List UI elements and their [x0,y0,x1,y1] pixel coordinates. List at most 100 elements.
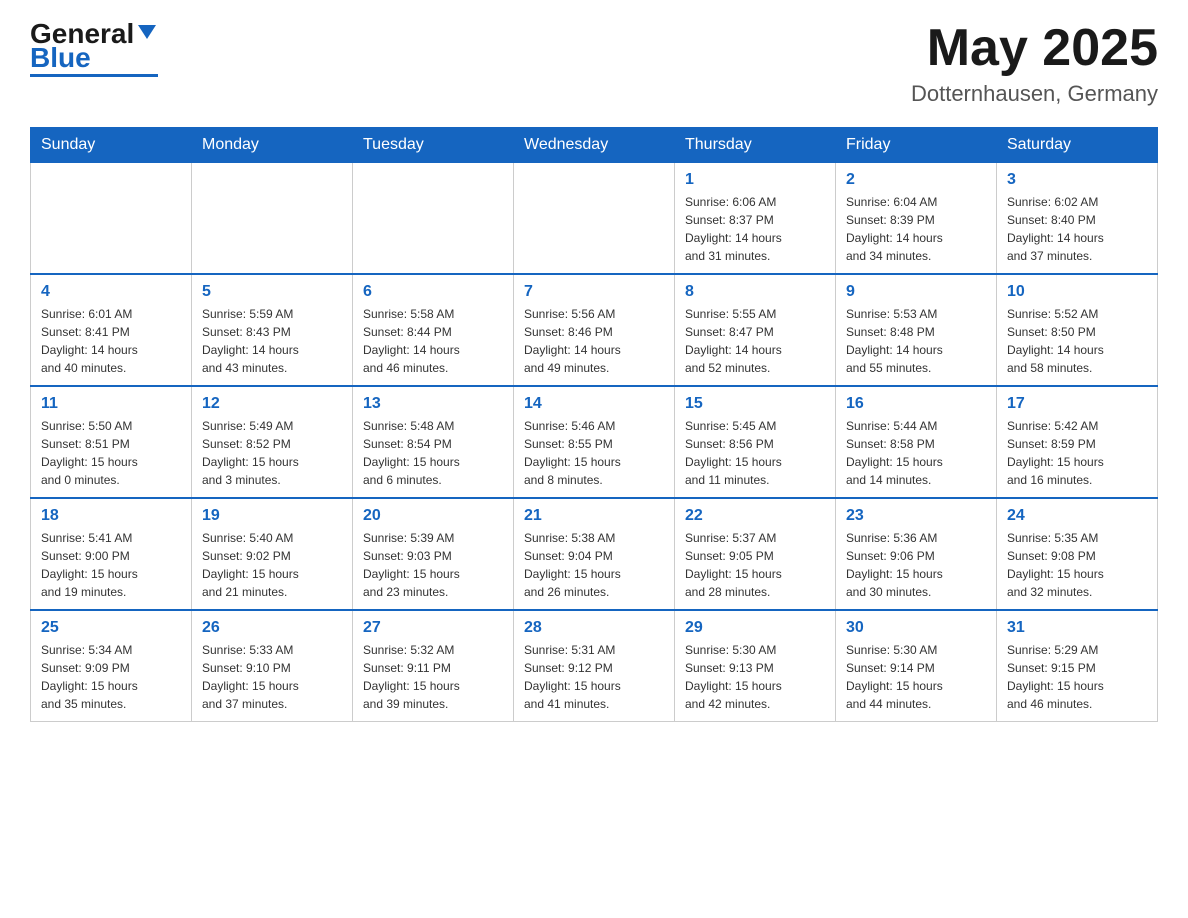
day-number: 17 [1007,395,1147,413]
day-info: Sunrise: 5:59 AMSunset: 8:43 PMDaylight:… [202,305,342,377]
weekday-header-friday: Friday [836,128,997,163]
weekday-header-saturday: Saturday [997,128,1158,163]
day-number: 11 [41,395,181,413]
day-number: 19 [202,507,342,525]
weekday-header-thursday: Thursday [675,128,836,163]
calendar-cell: 28 Sunrise: 5:31 AMSunset: 9:12 PMDayligh… [514,610,675,722]
month-year-title: May 2025 [911,20,1158,77]
weekday-header-wednesday: Wednesday [514,128,675,163]
day-info: Sunrise: 5:40 AMSunset: 9:02 PMDaylight:… [202,529,342,601]
day-number: 8 [685,283,825,301]
day-number: 31 [1007,619,1147,637]
calendar-cell: 27Sunrise: 5:32 AMSunset: 9:11 PMDayligh… [353,610,514,722]
calendar-cell: 22 Sunrise: 5:37 AMSunset: 9:05 PMDayligh… [675,498,836,610]
day-info: Sunrise: 6:01 AMSunset: 8:41 PMDaylight:… [41,305,181,377]
calendar-cell: 15 Sunrise: 5:45 AMSunset: 8:56 PMDayligh… [675,386,836,498]
calendar-cell [514,163,675,275]
day-number: 9 [846,283,986,301]
day-info: Sunrise: 6:04 AMSunset: 8:39 PMDaylight:… [846,193,986,265]
calendar-week-row: 25 Sunrise: 5:34 AMSunset: 9:09 PMDayligh… [31,610,1158,722]
calendar-cell: 11Sunrise: 5:50 AMSunset: 8:51 PMDayligh… [31,386,192,498]
day-number: 25 [41,619,181,637]
day-info: Sunrise: 5:29 AMSunset: 9:15 PMDaylight:… [1007,641,1147,713]
day-number: 29 [685,619,825,637]
calendar-cell: 31 Sunrise: 5:29 AMSunset: 9:15 PMDayligh… [997,610,1158,722]
day-info: Sunrise: 5:56 AMSunset: 8:46 PMDaylight:… [524,305,664,377]
day-info: Sunrise: 5:49 AMSunset: 8:52 PMDaylight:… [202,417,342,489]
day-info: Sunrise: 5:30 AMSunset: 9:14 PMDaylight:… [846,641,986,713]
day-number: 12 [202,395,342,413]
day-info: Sunrise: 5:58 AMSunset: 8:44 PMDaylight:… [363,305,503,377]
day-number: 5 [202,283,342,301]
title-section: May 2025 Dotternhausen, Germany [911,20,1158,107]
day-info: Sunrise: 5:36 AMSunset: 9:06 PMDaylight:… [846,529,986,601]
day-info: Sunrise: 5:31 AMSunset: 9:12 PMDaylight:… [524,641,664,713]
day-info: Sunrise: 5:55 AMSunset: 8:47 PMDaylight:… [685,305,825,377]
day-number: 22 [685,507,825,525]
logo-arrow-icon [136,21,158,43]
day-number: 10 [1007,283,1147,301]
day-number: 7 [524,283,664,301]
day-info: Sunrise: 5:44 AMSunset: 8:58 PMDaylight:… [846,417,986,489]
day-number: 2 [846,171,986,189]
day-info: Sunrise: 5:45 AMSunset: 8:56 PMDaylight:… [685,417,825,489]
weekday-header-monday: Monday [192,128,353,163]
day-number: 28 [524,619,664,637]
calendar-cell: 1Sunrise: 6:06 AMSunset: 8:37 PMDaylight… [675,163,836,275]
calendar-cell: 14 Sunrise: 5:46 AMSunset: 8:55 PMDayligh… [514,386,675,498]
logo-blue-text: Blue [30,44,91,72]
day-info: Sunrise: 5:52 AMSunset: 8:50 PMDaylight:… [1007,305,1147,377]
day-info: Sunrise: 5:33 AMSunset: 9:10 PMDaylight:… [202,641,342,713]
day-info: Sunrise: 5:42 AMSunset: 8:59 PMDaylight:… [1007,417,1147,489]
calendar-cell: 19 Sunrise: 5:40 AMSunset: 9:02 PMDayligh… [192,498,353,610]
day-number: 18 [41,507,181,525]
calendar-cell: 21 Sunrise: 5:38 AMSunset: 9:04 PMDayligh… [514,498,675,610]
day-number: 21 [524,507,664,525]
calendar-week-row: 11Sunrise: 5:50 AMSunset: 8:51 PMDayligh… [31,386,1158,498]
day-info: Sunrise: 6:02 AMSunset: 8:40 PMDaylight:… [1007,193,1147,265]
day-number: 1 [685,171,825,189]
day-number: 30 [846,619,986,637]
calendar-cell: 4Sunrise: 6:01 AMSunset: 8:41 PMDaylight… [31,274,192,386]
calendar-cell: 16 Sunrise: 5:44 AMSunset: 8:58 PMDayligh… [836,386,997,498]
calendar-cell: 25 Sunrise: 5:34 AMSunset: 9:09 PMDayligh… [31,610,192,722]
calendar-week-row: 1Sunrise: 6:06 AMSunset: 8:37 PMDaylight… [31,163,1158,275]
calendar-cell [353,163,514,275]
location-subtitle: Dotternhausen, Germany [911,81,1158,107]
calendar-cell: 13Sunrise: 5:48 AMSunset: 8:54 PMDayligh… [353,386,514,498]
day-info: Sunrise: 5:38 AMSunset: 9:04 PMDaylight:… [524,529,664,601]
calendar-cell [192,163,353,275]
day-info: Sunrise: 5:34 AMSunset: 9:09 PMDaylight:… [41,641,181,713]
day-info: Sunrise: 5:46 AMSunset: 8:55 PMDaylight:… [524,417,664,489]
calendar-cell: 10 Sunrise: 5:52 AMSunset: 8:50 PMDayligh… [997,274,1158,386]
day-number: 14 [524,395,664,413]
calendar-cell: 20Sunrise: 5:39 AMSunset: 9:03 PMDayligh… [353,498,514,610]
calendar-cell: 5 Sunrise: 5:59 AMSunset: 8:43 PMDaylight… [192,274,353,386]
day-number: 13 [363,395,503,413]
calendar-cell: 3 Sunrise: 6:02 AMSunset: 8:40 PMDaylight… [997,163,1158,275]
calendar-week-row: 4Sunrise: 6:01 AMSunset: 8:41 PMDaylight… [31,274,1158,386]
day-number: 3 [1007,171,1147,189]
day-info: Sunrise: 5:30 AMSunset: 9:13 PMDaylight:… [685,641,825,713]
day-info: Sunrise: 5:41 AMSunset: 9:00 PMDaylight:… [41,529,181,601]
day-info: Sunrise: 5:39 AMSunset: 9:03 PMDaylight:… [363,529,503,601]
day-number: 26 [202,619,342,637]
calendar-cell: 6Sunrise: 5:58 AMSunset: 8:44 PMDaylight… [353,274,514,386]
day-info: Sunrise: 5:35 AMSunset: 9:08 PMDaylight:… [1007,529,1147,601]
day-number: 15 [685,395,825,413]
calendar-cell: 18 Sunrise: 5:41 AMSunset: 9:00 PMDayligh… [31,498,192,610]
calendar-cell: 17 Sunrise: 5:42 AMSunset: 8:59 PMDayligh… [997,386,1158,498]
calendar-table: SundayMondayTuesdayWednesdayThursdayFrid… [30,127,1158,722]
calendar-cell: 12 Sunrise: 5:49 AMSunset: 8:52 PMDayligh… [192,386,353,498]
calendar-cell: 2 Sunrise: 6:04 AMSunset: 8:39 PMDaylight… [836,163,997,275]
calendar-cell [31,163,192,275]
day-number: 23 [846,507,986,525]
day-info: Sunrise: 5:37 AMSunset: 9:05 PMDaylight:… [685,529,825,601]
day-number: 16 [846,395,986,413]
day-number: 27 [363,619,503,637]
calendar-cell: 7 Sunrise: 5:56 AMSunset: 8:46 PMDaylight… [514,274,675,386]
calendar-cell: 8 Sunrise: 5:55 AMSunset: 8:47 PMDaylight… [675,274,836,386]
logo-underline [30,74,158,77]
page-header: General Blue May 2025 Dotternhausen, Ger… [30,20,1158,107]
calendar-cell: 30 Sunrise: 5:30 AMSunset: 9:14 PMDayligh… [836,610,997,722]
